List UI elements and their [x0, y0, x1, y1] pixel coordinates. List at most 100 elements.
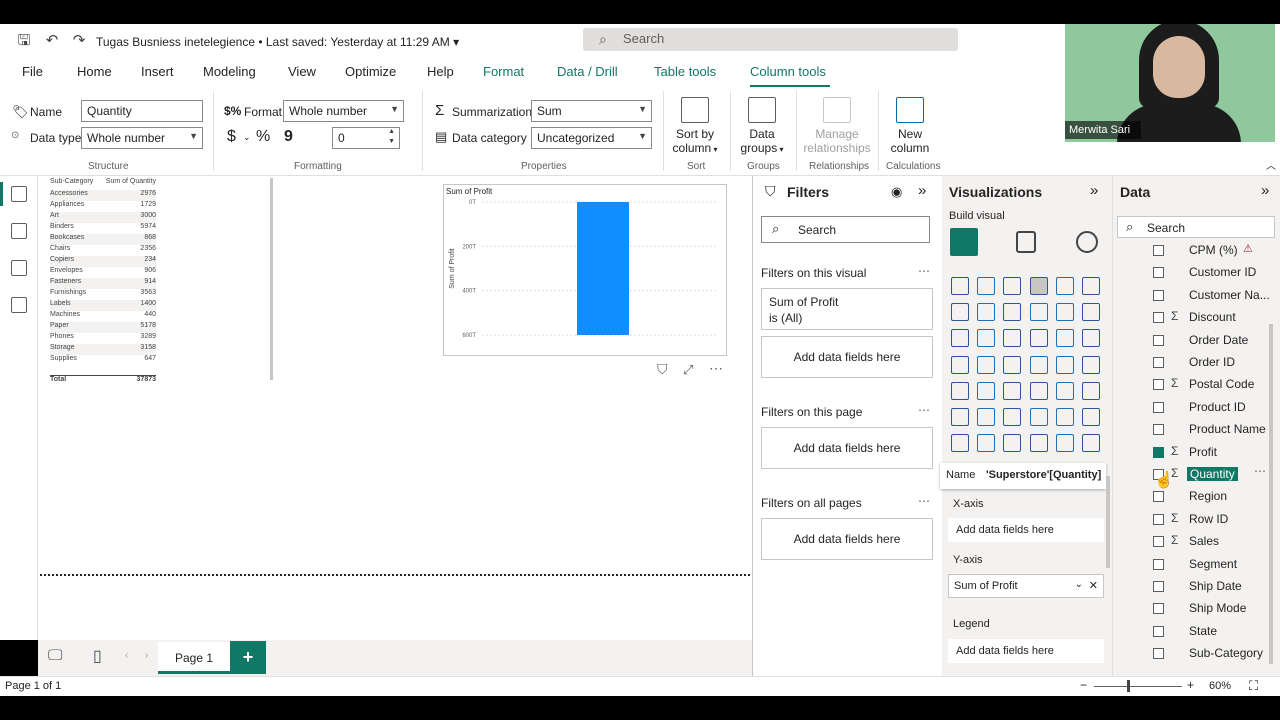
- datatype-select[interactable]: Whole number ▼: [81, 127, 203, 149]
- line-stacked-column-chart-icon[interactable]: [1029, 303, 1048, 322]
- tab-help[interactable]: Help: [427, 64, 454, 79]
- bar[interactable]: [577, 202, 629, 335]
- more-options-icon[interactable]: ⋯: [1254, 464, 1266, 478]
- focus-mode-icon[interactable]: ⤢: [683, 362, 693, 378]
- field-item[interactable]: Σ Profit: [1113, 442, 1280, 462]
- table-row[interactable]: Machines 440: [50, 311, 156, 322]
- field-item[interactable]: Region: [1113, 486, 1280, 506]
- field-checkbox[interactable]: [1153, 289, 1164, 301]
- filter-icon[interactable]: ⛉: [657, 361, 668, 378]
- treemap-icon[interactable]: [1082, 329, 1100, 348]
- table-scrollbar[interactable]: [270, 178, 273, 380]
- table-icon[interactable]: [1029, 381, 1048, 400]
- add-page-button[interactable]: +: [230, 641, 266, 674]
- table-row[interactable]: Accessories 2976: [50, 190, 156, 201]
- field-checkbox[interactable]: [1153, 401, 1164, 413]
- field-checkbox[interactable]: [1153, 536, 1164, 548]
- new-column-button[interactable]: New column: [885, 97, 935, 155]
- decomposition-tree-icon[interactable]: [1003, 408, 1022, 426]
- report-view-icon[interactable]: [11, 186, 27, 202]
- multi-row-card-icon[interactable]: [951, 381, 969, 400]
- field-item[interactable]: Ship Date: [1113, 576, 1280, 596]
- chevron-down-icon[interactable]: ⌄: [243, 132, 251, 143]
- x-axis-drop-zone[interactable]: Add data fields here: [948, 518, 1104, 542]
- comma-button[interactable]: 9: [284, 128, 293, 146]
- table-row[interactable]: Furnishings 3563: [50, 289, 156, 300]
- field-checkbox[interactable]: [1153, 424, 1164, 436]
- tab-table-tools[interactable]: Table tools: [654, 64, 716, 79]
- qa-visual-icon[interactable]: [1029, 408, 1048, 426]
- redo-icon[interactable]: ↷: [69, 31, 89, 51]
- sort-by-column-button[interactable]: Sort by column ▾: [670, 97, 720, 157]
- gauge-icon[interactable]: [1055, 355, 1074, 374]
- next-page-icon[interactable]: ›: [145, 650, 148, 661]
- card-icon[interactable]: [1082, 355, 1100, 374]
- table-row[interactable]: Chairs 2356: [50, 245, 156, 256]
- more-options-icon[interactable]: ⋯: [709, 360, 723, 377]
- zoom-in-icon[interactable]: +: [1187, 678, 1194, 692]
- field-item[interactable]: Σ Sales: [1113, 531, 1280, 551]
- field-item[interactable]: Customer Na...: [1113, 285, 1280, 305]
- bar-chart-visual[interactable]: Sum of Profit Sum of Profit 0T 200T 400T 60…: [443, 184, 727, 356]
- field-checkbox[interactable]: [1153, 312, 1164, 324]
- clustered-bar-chart-icon[interactable]: [1003, 277, 1022, 295]
- field-checkbox[interactable]: [1153, 513, 1164, 525]
- get-more-visuals-icon[interactable]: [1055, 434, 1074, 453]
- funnel-chart-icon[interactable]: [977, 329, 996, 348]
- table-row[interactable]: Art 3000: [50, 212, 156, 223]
- field-item[interactable]: State: [1113, 621, 1280, 641]
- ribbon-chart-icon[interactable]: [1082, 303, 1100, 322]
- column-header[interactable]: Sub-Category: [50, 178, 93, 185]
- build-visual-tab-icon[interactable]: [950, 228, 978, 256]
- field-checkbox[interactable]: [1153, 581, 1164, 592]
- eye-icon[interactable]: ◉: [891, 184, 902, 200]
- field-item[interactable]: Product Name: [1113, 419, 1280, 439]
- kpi-icon[interactable]: [977, 381, 996, 400]
- remove-field-icon[interactable]: ✕: [1089, 579, 1098, 592]
- field-checkbox[interactable]: [1153, 491, 1164, 503]
- data-groups-button[interactable]: Data groups ▾: [737, 97, 787, 157]
- fit-to-page-icon[interactable]: ⛶: [1249, 678, 1258, 694]
- stacked-bar-chart-icon[interactable]: [951, 277, 969, 295]
- data-search-input[interactable]: ⌕ Search: [1117, 216, 1275, 238]
- tab-optimize[interactable]: Optimize: [345, 64, 396, 79]
- field-checkbox[interactable]: [1153, 334, 1164, 346]
- field-checkbox[interactable]: [1153, 446, 1164, 458]
- field-item[interactable]: ⚠ CPM (%): [1113, 240, 1280, 260]
- stepper-up-icon[interactable]: ▲: [388, 128, 395, 135]
- percent-button[interactable]: %: [256, 128, 270, 146]
- more-options-icon[interactable]: ⋯: [918, 494, 930, 508]
- tab-format[interactable]: Format: [483, 64, 524, 79]
- filters-search-input[interactable]: ⌕ Search: [761, 216, 930, 243]
- power-apps-icon[interactable]: [977, 434, 996, 453]
- summarization-select[interactable]: Sum ▼: [531, 100, 652, 122]
- tab-data-drill[interactable]: Data / Drill: [557, 64, 618, 79]
- field-checkbox[interactable]: [1153, 245, 1164, 256]
- model-view-icon[interactable]: [11, 260, 27, 276]
- area-chart-icon[interactable]: [977, 303, 996, 322]
- field-checkbox[interactable]: [1153, 558, 1164, 570]
- table-row[interactable]: Fasteners 914: [50, 278, 156, 289]
- line-clustered-column-chart-icon[interactable]: [1055, 303, 1074, 322]
- 100-bar-chart-icon[interactable]: [1055, 277, 1074, 295]
- table-row[interactable]: Binders 5974: [50, 223, 156, 234]
- table-row[interactable]: Envelopes 906: [50, 267, 156, 278]
- y-axis-field-pill[interactable]: Sum of Profit ⌄ ✕: [948, 574, 1104, 598]
- search-input[interactable]: ⌕ Search: [583, 28, 958, 51]
- column-header[interactable]: Sum of Quantity: [106, 178, 156, 185]
- field-item[interactable]: Segment: [1113, 554, 1280, 574]
- tab-column-tools[interactable]: Column tools: [750, 64, 826, 79]
- save-icon[interactable]: 🖫: [14, 31, 34, 51]
- shape-map-icon[interactable]: [1003, 355, 1022, 374]
- power-automate-icon[interactable]: [1003, 434, 1022, 453]
- format-visual-tab-icon[interactable]: [1016, 231, 1036, 253]
- table-row[interactable]: Labels 1400: [50, 300, 156, 311]
- waterfall-chart-icon[interactable]: [951, 329, 969, 348]
- pie-chart-icon[interactable]: [1029, 329, 1048, 348]
- collapse-ribbon-icon[interactable]: ︿: [1266, 157, 1276, 172]
- tab-view[interactable]: View: [288, 64, 316, 79]
- desktop-layout-icon[interactable]: 🖵: [48, 647, 62, 664]
- tab-modeling[interactable]: Modeling: [203, 64, 256, 79]
- filter-card[interactable]: Sum of Profit is (All): [761, 288, 933, 330]
- donut-chart-icon[interactable]: [1055, 329, 1074, 348]
